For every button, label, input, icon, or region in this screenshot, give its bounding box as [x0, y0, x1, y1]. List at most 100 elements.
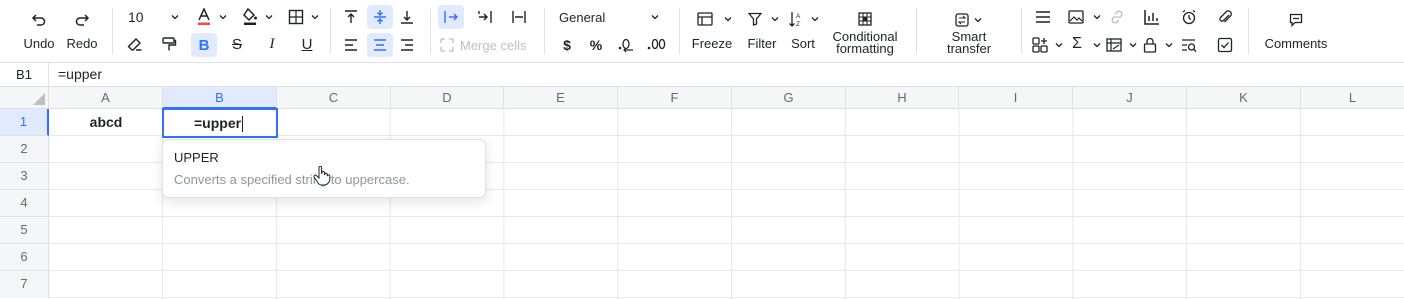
align-bottom-button[interactable]: [396, 6, 418, 28]
number-format-select[interactable]: General: [556, 6, 664, 28]
cell-reference-box[interactable]: B1: [0, 63, 49, 86]
formula-input[interactable]: =upper: [58, 63, 102, 86]
currency-format-button[interactable]: $: [557, 34, 577, 56]
align-top-button[interactable]: [340, 6, 362, 28]
row-header-7[interactable]: 7: [0, 271, 49, 298]
redo-button[interactable]: Redo: [64, 6, 100, 58]
strikethrough-icon: S: [231, 35, 242, 53]
toolbar-divider: [112, 8, 113, 54]
alarm-clock-icon: [1182, 9, 1196, 25]
pivot-table-icon: [1106, 38, 1122, 52]
insert-image-button[interactable]: [1066, 6, 1102, 28]
sort-button[interactable]: AZ Sort: [786, 6, 820, 58]
align-top-icon: [345, 10, 357, 23]
sort-icon: AZ: [789, 12, 801, 27]
column-header-d[interactable]: D: [391, 87, 504, 109]
comment-icon: [1289, 13, 1303, 27]
suggestion-function-name[interactable]: UPPER: [174, 150, 219, 165]
cell-a1[interactable]: abcd: [49, 109, 163, 136]
align-right-button[interactable]: [396, 34, 418, 56]
row-header-4[interactable]: 4: [0, 190, 49, 217]
column-header-j[interactable]: J: [1073, 87, 1187, 109]
merge-cells-button[interactable]: Merge cells: [440, 34, 536, 56]
row-header-3[interactable]: 3: [0, 163, 49, 190]
align-middle-button[interactable]: [367, 5, 393, 29]
freeze-button[interactable]: Freeze: [689, 6, 735, 58]
row-header-1[interactable]: 1: [0, 109, 49, 136]
italic-button[interactable]: I: [261, 33, 283, 55]
pivot-table-button[interactable]: [1104, 34, 1138, 56]
font-color-icon: [198, 8, 210, 25]
percent-format-button[interactable]: %: [586, 34, 606, 56]
column-header-h[interactable]: H: [846, 87, 959, 109]
align-left-button[interactable]: [340, 34, 362, 56]
comments-label: Comments: [1264, 36, 1328, 51]
cell-b1-text: =upper: [194, 115, 242, 131]
font-color-button[interactable]: [194, 6, 228, 28]
freeze-icon: [697, 12, 713, 26]
smart-transfer-button[interactable]: Smart transfer: [938, 6, 1000, 58]
row-header-6[interactable]: 6: [0, 244, 49, 271]
align-center-button[interactable]: [367, 33, 393, 57]
insert-widget-button[interactable]: [1030, 34, 1064, 56]
column-header-b[interactable]: B: [163, 87, 277, 109]
increase-decimal-button[interactable]: [644, 34, 670, 56]
filter-icon: [748, 12, 762, 26]
column-header-e[interactable]: E: [504, 87, 618, 109]
currency-icon: $: [563, 37, 571, 53]
decrease-decimal-button[interactable]: [614, 34, 638, 56]
strikethrough-button[interactable]: S: [226, 33, 248, 55]
protect-range-button[interactable]: [1140, 34, 1174, 56]
bold-button[interactable]: B: [191, 33, 217, 57]
conditional-formatting-button[interactable]: Conditional formatting: [828, 6, 902, 58]
column-header-k[interactable]: K: [1187, 87, 1301, 109]
column-header-g[interactable]: G: [732, 87, 846, 109]
column-header-f[interactable]: F: [618, 87, 732, 109]
insert-chart-button[interactable]: [1141, 6, 1163, 28]
filter-button[interactable]: Filter: [744, 6, 780, 58]
cell-b1-editor[interactable]: =upper: [162, 108, 278, 138]
find-replace-button[interactable]: [1178, 34, 1200, 56]
fill-color-button[interactable]: [240, 6, 274, 28]
bold-icon: B: [198, 36, 210, 54]
underline-icon: U: [301, 35, 313, 53]
font-size-select[interactable]: 10: [124, 6, 182, 28]
chevron-down-icon: [974, 18, 982, 23]
chevron-down-icon: [811, 17, 819, 22]
insert-link-button[interactable]: [1106, 6, 1128, 28]
select-all-corner[interactable]: [0, 87, 49, 109]
text-wrap-button[interactable]: [474, 6, 496, 28]
number-format-value: General: [559, 9, 606, 25]
chevron-down-icon: [219, 15, 227, 20]
insert-rows-button[interactable]: [1032, 6, 1054, 28]
comments-button[interactable]: Comments: [1258, 6, 1334, 58]
undo-button[interactable]: Undo: [22, 6, 56, 58]
redo-icon: [75, 14, 90, 26]
sum-button[interactable]: Σ: [1068, 34, 1102, 56]
undo-label: Undo: [23, 36, 55, 51]
column-header-i[interactable]: I: [959, 87, 1073, 109]
redo-label: Redo: [66, 36, 98, 51]
column-header-c[interactable]: C: [277, 87, 391, 109]
data-validation-button[interactable]: [1214, 34, 1236, 56]
borders-button[interactable]: [286, 6, 320, 28]
column-header-l[interactable]: L: [1301, 87, 1404, 109]
text-overflow-button[interactable]: [438, 5, 464, 29]
suggestion-description: Converts a specified string to uppercase…: [174, 172, 410, 187]
align-bottom-icon: [401, 11, 413, 24]
column-header-a[interactable]: A: [49, 87, 163, 109]
merge-cells-label: Merge cells: [460, 37, 527, 53]
clear-format-button[interactable]: [124, 33, 146, 55]
formula-bar: B1 =upper: [0, 62, 1404, 87]
eraser-icon: [127, 38, 142, 51]
image-icon: [1068, 10, 1084, 24]
reminder-button[interactable]: [1178, 6, 1200, 28]
row-header-2[interactable]: 2: [0, 136, 49, 163]
underline-button[interactable]: U: [296, 33, 318, 55]
text-clip-button[interactable]: [508, 6, 530, 28]
link-icon: [1111, 10, 1123, 24]
format-painter-button[interactable]: [158, 33, 180, 55]
filter-label: Filter: [747, 36, 777, 51]
attachment-button[interactable]: [1214, 6, 1236, 28]
row-header-5[interactable]: 5: [0, 217, 49, 244]
